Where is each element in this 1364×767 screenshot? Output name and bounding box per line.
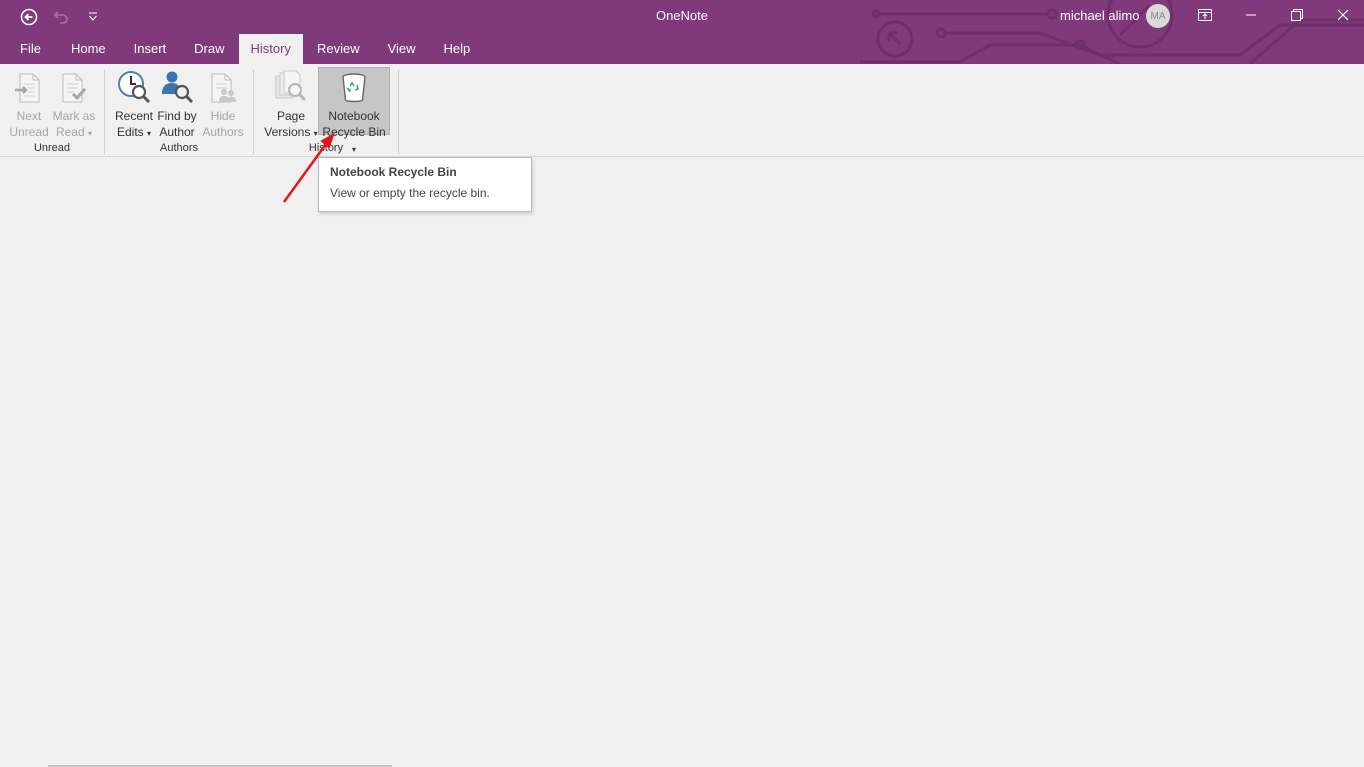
group-label-authors: Authors — [160, 142, 198, 154]
title-bar: OneNote michael alimo MA File Home Inser… — [0, 0, 1364, 64]
group-label-history: History — [308, 142, 344, 154]
hide-authors-line1: Hide — [210, 109, 236, 123]
ribbon-tabs: File Home Insert Draw History Review Vie… — [6, 34, 484, 64]
restore-icon — [1291, 9, 1303, 21]
ribbon-display-options-button[interactable] — [1182, 0, 1228, 30]
dropdown-arrow-icon: ▾ — [88, 129, 93, 138]
notebook-recycle-bin-button[interactable]: Notebook Recycle Bin ▾ — [318, 67, 390, 154]
tab-help[interactable]: Help — [430, 34, 485, 64]
tab-view[interactable]: View — [374, 34, 430, 64]
tab-draw[interactable]: Draw — [180, 34, 238, 64]
group-history: Page Versions ▾ Notebook Recycle Bin ▾ H… — [255, 64, 397, 156]
undo-icon[interactable] — [50, 6, 72, 28]
find-by-author-icon — [162, 71, 194, 104]
recycle-bin-line1: Notebook — [328, 109, 380, 123]
page-versions-icon — [275, 70, 307, 102]
next-unread-button[interactable]: Next Unread — [6, 68, 52, 140]
back-arrow-icon[interactable] — [18, 6, 40, 28]
page-versions-button[interactable]: Page Versions ▾ — [261, 68, 321, 142]
customize-qat-icon[interactable] — [82, 6, 104, 28]
recycle-bin-line2: Recycle Bin — [322, 125, 386, 139]
group-separator — [253, 70, 254, 154]
next-unread-icon — [15, 73, 40, 103]
mark-as-read-icon — [62, 73, 87, 103]
group-unread: Next Unread Mark as Read ▾ Unread — [4, 64, 100, 156]
find-by-author-line2: Author — [159, 125, 195, 139]
close-button[interactable] — [1320, 0, 1364, 30]
hide-authors-line2: Authors — [202, 125, 244, 139]
tab-review[interactable]: Review — [303, 34, 374, 64]
tab-history[interactable]: History — [238, 34, 303, 64]
close-icon — [1337, 9, 1349, 21]
minimize-button[interactable] — [1228, 0, 1274, 30]
recent-edits-icon — [118, 71, 151, 104]
tooltip-description: View or empty the recycle bin. — [330, 186, 490, 200]
page-versions-line2: Versions — [264, 125, 311, 139]
hide-authors-icon — [211, 73, 236, 103]
group-label-unread: Unread — [33, 142, 71, 154]
find-by-author-button[interactable]: Find by Author — [156, 68, 198, 140]
hide-authors-button[interactable]: Hide Authors — [200, 68, 246, 140]
next-unread-line1: Next — [16, 109, 42, 123]
page-versions-line1: Page — [276, 109, 306, 123]
mark-as-read-button[interactable]: Mark as Read ▾ — [52, 68, 96, 142]
mark-as-read-line2: Read — [55, 125, 85, 139]
tooltip: Notebook Recycle Bin View or empty the r… — [318, 157, 532, 212]
tooltip-title: Notebook Recycle Bin — [330, 165, 457, 179]
tab-file[interactable]: File — [6, 34, 55, 64]
group-separator — [104, 70, 105, 154]
ribbon: Next Unread Mark as Read ▾ Unread Recent… — [0, 64, 1364, 157]
tab-home[interactable]: Home — [55, 34, 120, 64]
minimize-icon — [1246, 14, 1256, 16]
recent-edits-line2: Edits — [116, 125, 144, 139]
mark-as-read-line1: Mark as — [52, 109, 96, 123]
avatar[interactable]: MA — [1146, 4, 1170, 28]
dropdown-arrow-icon: ▾ — [147, 129, 152, 138]
tab-insert[interactable]: Insert — [120, 34, 181, 64]
recycle-bin-icon — [342, 73, 366, 103]
group-separator — [398, 70, 399, 154]
group-authors: Recent Edits ▾ Find by Author Hide Autho… — [106, 64, 252, 156]
quick-access-toolbar — [18, 6, 104, 28]
next-unread-line2: Unread — [9, 125, 49, 139]
user-name[interactable]: michael alimo — [1060, 8, 1139, 23]
find-by-author-line1: Find by — [157, 109, 197, 123]
restore-button[interactable] — [1274, 0, 1320, 30]
recent-edits-line1: Recent — [114, 109, 154, 123]
recent-edits-button[interactable]: Recent Edits ▾ — [114, 68, 154, 142]
ribbon-display-options-icon — [1198, 9, 1212, 21]
